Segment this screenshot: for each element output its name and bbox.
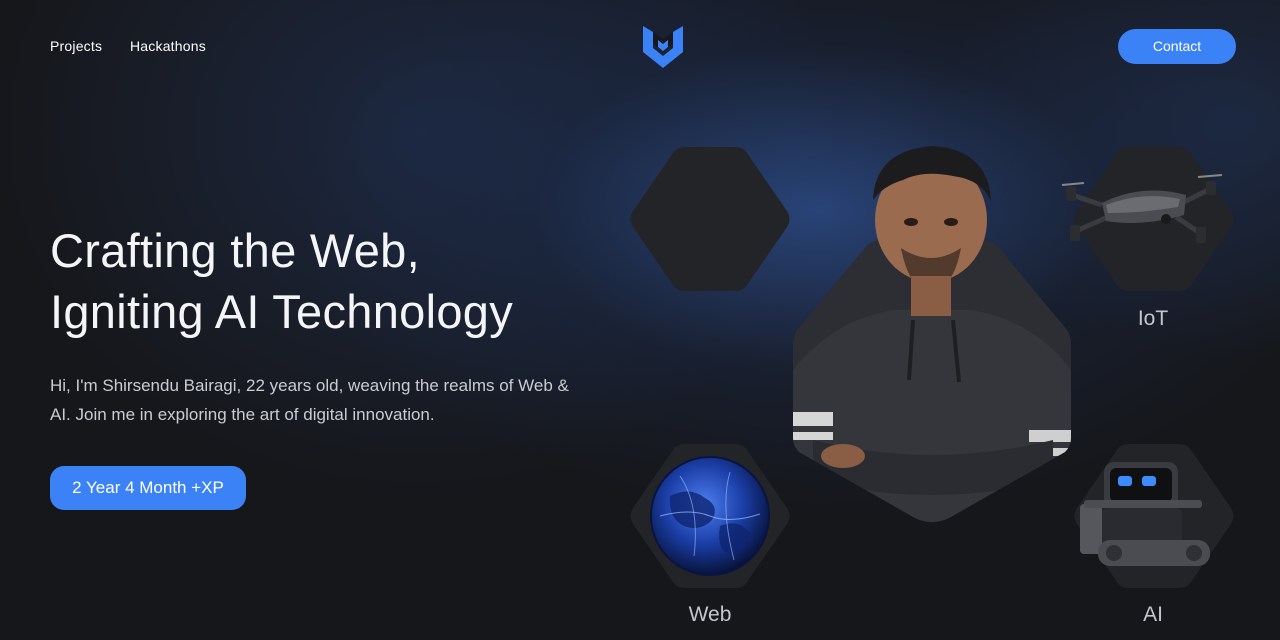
nav-hackathons-link[interactable]: Hackathons bbox=[130, 38, 206, 54]
headline-line-1: Crafting the Web, bbox=[50, 224, 420, 277]
web-label: Web bbox=[688, 603, 732, 626]
nav-projects-link[interactable]: Projects bbox=[50, 38, 102, 54]
profile-photo bbox=[793, 120, 1071, 523]
headline-line-2: Igniting AI Technology bbox=[50, 285, 514, 338]
brand-logo-icon[interactable] bbox=[640, 22, 686, 72]
iot-label: IoT bbox=[1137, 307, 1169, 330]
contact-button[interactable]: Contact bbox=[1118, 29, 1236, 64]
experience-button[interactable]: 2 Year 4 Month +XP bbox=[50, 466, 246, 510]
hero-headline: Crafting the Web, Igniting AI Technology bbox=[50, 220, 650, 342]
portfolio-hero-page: Projects Hackathons Contact Crafting the… bbox=[0, 0, 1280, 640]
robot-icon bbox=[1076, 460, 1216, 570]
empty-hex-tile bbox=[627, 145, 793, 293]
hero-intro-text: Hi, I'm Shirsendu Bairagi, 22 years old,… bbox=[50, 376, 569, 424]
ai-label: AI bbox=[1143, 603, 1163, 626]
globe-icon bbox=[650, 456, 770, 576]
drone-icon bbox=[1062, 165, 1228, 245]
